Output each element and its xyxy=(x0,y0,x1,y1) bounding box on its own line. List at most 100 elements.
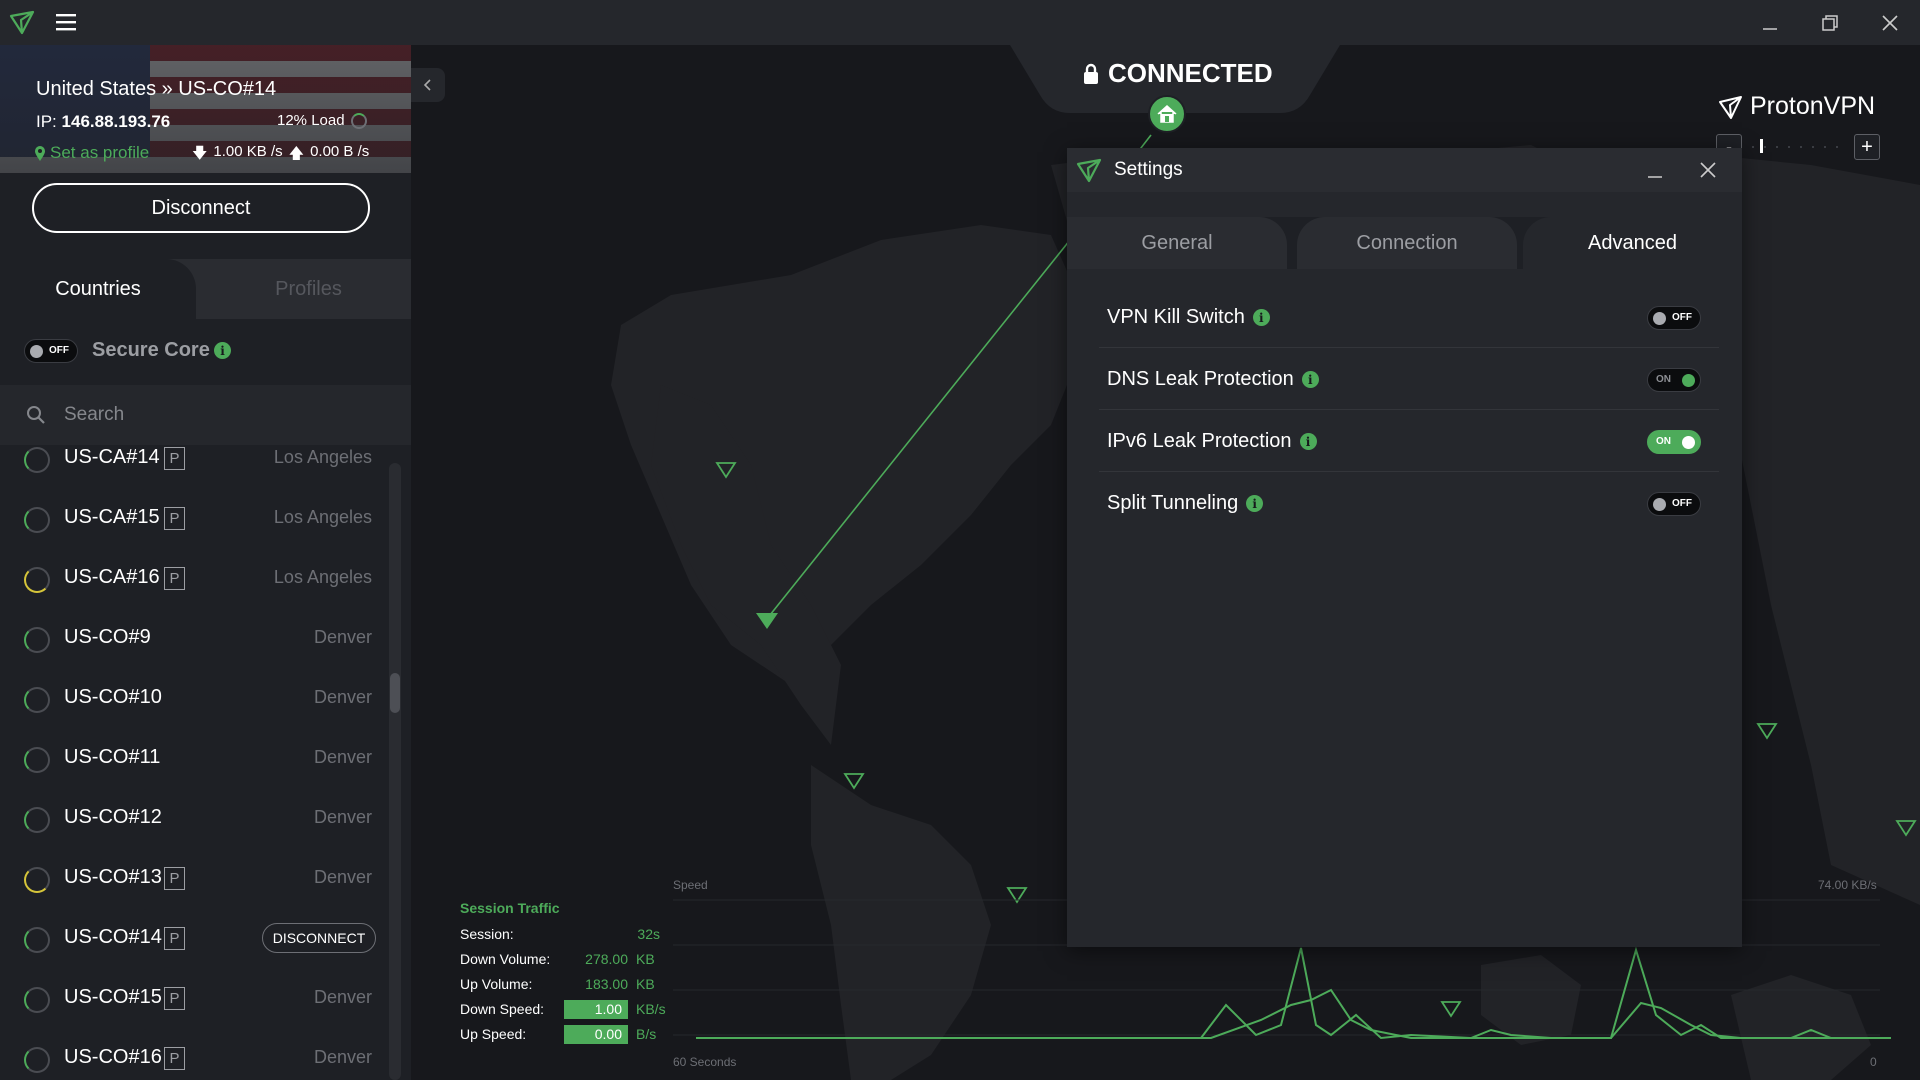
ip-value: 146.88.193.76 xyxy=(61,112,171,131)
info-icon[interactable]: i xyxy=(1252,309,1270,326)
server-list-scrollbar[interactable] xyxy=(389,463,401,1080)
server-row[interactable]: US-CA#14 P Los Angeles xyxy=(0,445,390,490)
chevron-left-icon xyxy=(423,79,431,91)
toggle-knob xyxy=(30,345,43,358)
minimize-icon xyxy=(1763,27,1777,30)
tab-general[interactable]: General xyxy=(1067,217,1287,269)
protonvpn-brand: ProtonVPN xyxy=(1718,92,1875,121)
graph-max-label: 74.00 KB/s xyxy=(1818,878,1877,892)
traffic-title: Session Traffic xyxy=(460,900,560,916)
close-icon xyxy=(1882,14,1898,31)
load-indicator-icon xyxy=(24,567,50,593)
server-city: Denver xyxy=(313,687,372,707)
window-close-button[interactable] xyxy=(1860,0,1920,45)
ip-address: IP: 146.88.193.76 xyxy=(36,112,170,132)
server-name: US-CA#14 xyxy=(64,446,160,468)
server-city: Los Angeles xyxy=(273,447,372,467)
sidebar: United States » US-CO#14 IP: 146.88.193.… xyxy=(0,45,411,1080)
window-minimize-button[interactable] xyxy=(1740,0,1800,45)
settings-minimize-button[interactable] xyxy=(1637,154,1673,186)
server-row[interactable]: US-CO#15 P Denver xyxy=(0,970,390,1030)
tab-connection[interactable]: Connection xyxy=(1297,217,1517,269)
server-row[interactable]: US-CO#9 Denver xyxy=(0,610,390,670)
zoom-slider[interactable] xyxy=(1752,146,1846,148)
server-row[interactable]: US-CO#16 P Denver xyxy=(0,1030,390,1080)
load-ring-icon xyxy=(350,112,367,129)
server-row[interactable]: US-CO#11 Denver xyxy=(0,730,390,790)
p2p-badge: P xyxy=(164,507,185,530)
hamburger-menu-icon[interactable] xyxy=(54,10,78,34)
settings-close-button[interactable] xyxy=(1690,154,1726,186)
info-icon[interactable]: i xyxy=(1246,495,1264,512)
graph-span-label: 60 Seconds xyxy=(673,1055,737,1069)
option-label: DNS Leak Protection xyxy=(1107,368,1294,390)
server-row[interactable]: US-CO#12 Denver xyxy=(0,790,390,850)
zoom-in-button[interactable]: + xyxy=(1854,134,1880,160)
load-indicator-icon xyxy=(24,927,50,953)
server-row[interactable]: US-CO#10 Denver xyxy=(0,670,390,730)
load-indicator-icon xyxy=(24,1047,50,1073)
kill-switch-label: VPN Kill Switch i xyxy=(1107,306,1270,329)
connection-card: United States » US-CO#14 IP: 146.88.193.… xyxy=(0,45,411,259)
info-icon[interactable]: i xyxy=(214,342,231,359)
load-text: 12% Load xyxy=(277,112,345,129)
zoom-slider-thumb[interactable] xyxy=(1760,139,1763,153)
upload-speed: 0.00 B /s xyxy=(310,143,370,160)
title-bar xyxy=(0,0,1920,45)
dns-leak-row: DNS Leak Protection i ON xyxy=(1099,348,1719,410)
traffic-row: Down Volume: 278.00 KB xyxy=(460,951,680,973)
server-list: US-CA#14 P Los Angeles US-CA#15 P Los An… xyxy=(0,445,390,1080)
set-as-profile-link[interactable]: Set as profile xyxy=(34,143,149,163)
split-tunneling-row: Split Tunneling i OFF xyxy=(1099,472,1719,534)
server-row[interactable]: US-CO#13 P Denver xyxy=(0,850,390,910)
server-disconnect-button[interactable]: DISCONNECT xyxy=(262,923,376,953)
home-marker-icon[interactable] xyxy=(1147,94,1187,134)
ipv6-leak-row: IPv6 Leak Protection i ON xyxy=(1099,410,1719,472)
option-label: IPv6 Leak Protection xyxy=(1107,430,1292,452)
load-indicator-icon xyxy=(24,807,50,833)
server-row[interactable]: US-CO#14 P DISCONNECT xyxy=(0,910,390,970)
up-speed-bar: 0.00 xyxy=(564,1025,628,1044)
connection-title: United States » US-CO#14 xyxy=(36,78,277,100)
server-name: US-CO#16 xyxy=(64,1046,162,1068)
split-tunneling-toggle[interactable]: OFF xyxy=(1647,492,1701,516)
traffic-label: Down Volume: xyxy=(460,951,551,967)
collapse-sidebar-button[interactable] xyxy=(411,68,445,102)
tab-profiles[interactable]: Profiles xyxy=(206,259,411,319)
session-traffic: Session Traffic Session: 32s Down Volume… xyxy=(460,900,670,1060)
server-name: US-CO#13 xyxy=(64,866,162,888)
traffic-row: Down Speed: 1.00 KB/s xyxy=(460,1000,680,1023)
map-pin-icon xyxy=(35,145,45,161)
info-icon[interactable]: i xyxy=(1301,371,1319,388)
secure-core-toggle[interactable]: OFF xyxy=(24,339,78,363)
toggle-label: OFF xyxy=(49,345,69,356)
disconnect-button[interactable]: Disconnect xyxy=(32,183,370,233)
download-speed: 1.00 KB /s xyxy=(213,143,283,160)
toggle-knob xyxy=(1653,498,1666,511)
server-name: US-CO#15 xyxy=(64,986,162,1008)
dns-leak-toggle[interactable]: ON xyxy=(1647,368,1701,392)
set-profile-label: Set as profile xyxy=(50,143,150,162)
traffic-unit: KB xyxy=(636,951,655,967)
scrollbar-thumb[interactable] xyxy=(390,673,400,713)
server-city: Denver xyxy=(313,987,372,1007)
download-arrow-icon: 🡇 xyxy=(192,145,208,162)
brand-text: ProtonVPN xyxy=(1750,92,1876,120)
down-speed-bar: 1.00 xyxy=(564,1000,628,1019)
tab-countries[interactable]: Countries xyxy=(0,259,196,319)
server-name: US-CO#14 xyxy=(64,926,162,948)
p2p-badge: P xyxy=(164,987,185,1010)
search-input[interactable] xyxy=(64,399,384,431)
kill-switch-toggle[interactable]: OFF xyxy=(1647,306,1701,330)
settings-dialog: Settings General Connection Advanced VPN… xyxy=(1067,148,1742,947)
load-indicator-icon xyxy=(24,987,50,1013)
server-row[interactable]: US-CA#16 P Los Angeles xyxy=(0,550,390,610)
ipv6-leak-toggle[interactable]: ON xyxy=(1647,430,1701,454)
server-row[interactable]: US-CA#15 P Los Angeles xyxy=(0,490,390,550)
p2p-badge: P xyxy=(164,927,185,950)
info-icon[interactable]: i xyxy=(1299,433,1317,450)
server-city: Denver xyxy=(313,807,372,827)
window-restore-button[interactable] xyxy=(1800,0,1860,45)
p2p-badge: P xyxy=(164,447,185,470)
tab-advanced[interactable]: Advanced xyxy=(1523,217,1742,269)
